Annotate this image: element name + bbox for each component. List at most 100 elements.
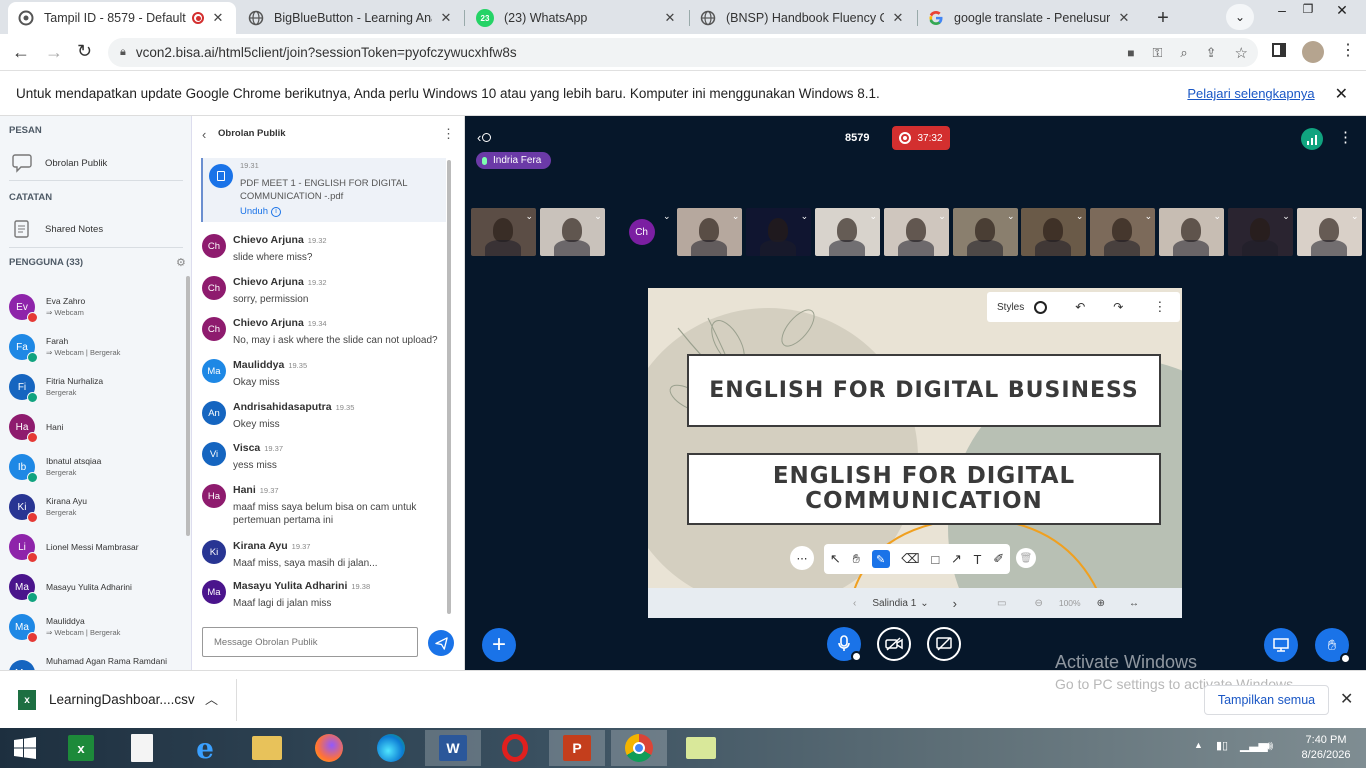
user-list-item[interactable]: Fi Fitria Nurhaliza Bergerak: [9, 368, 103, 406]
recording-status[interactable]: 37:32: [892, 126, 950, 150]
taskbar-folder-icon[interactable]: [673, 730, 729, 766]
download-options-chevron-up-icon[interactable]: ︿: [205, 689, 218, 708]
screenshare-off-button[interactable]: [927, 627, 961, 661]
user-list-item[interactable]: Mu Muhamad Agan Rama Ramdani: [9, 648, 167, 670]
note-tool-icon[interactable]: ✐: [993, 551, 1004, 567]
address-bar[interactable]: 🔒︎ vcon2.bisa.ai/html5client/join?sessio…: [108, 38, 1258, 67]
zoom-out-icon[interactable]: ⊖: [1034, 598, 1042, 609]
back-arrow-icon[interactable]: ←: [12, 42, 30, 63]
webcam-thumbnail[interactable]: ⌄: [952, 208, 1018, 256]
reload-icon[interactable]: ↻: [77, 41, 92, 62]
camera-off-button[interactable]: [877, 627, 911, 661]
webcam-thumbnail[interactable]: ⌄: [1296, 208, 1362, 256]
pointer-tool-icon[interactable]: ↖: [830, 551, 841, 567]
taskbar-excel-icon[interactable]: x: [53, 730, 109, 766]
next-slide-icon[interactable]: ›: [953, 596, 957, 611]
more-icon[interactable]: ⋮: [1153, 299, 1166, 315]
user-list-item[interactable]: Ib Ibnatul atsqiaa Bergerak: [9, 448, 101, 486]
share-icon[interactable]: ⇪: [1206, 45, 1217, 61]
webcam-menu-chevron-icon[interactable]: ⌄: [869, 211, 877, 222]
stroke-style-icon[interactable]: [1034, 300, 1048, 314]
actions-plus-button[interactable]: +: [482, 628, 516, 662]
connection-status-icon[interactable]: [1301, 128, 1323, 150]
user-list-item[interactable]: Ev Eva Zahro ⇒ Webcam: [9, 288, 85, 326]
webcam-thumbnail[interactable]: ⌄: [1090, 208, 1156, 256]
user-list-item[interactable]: Ha Hani: [9, 408, 63, 446]
slide-dropdown-chevron-icon[interactable]: ⌄: [920, 598, 928, 609]
taskbar-word-icon[interactable]: W: [425, 730, 481, 766]
tab-whatsapp[interactable]: 23 (23) WhatsApp ✕: [466, 2, 688, 34]
chat-back-chevron-icon[interactable]: ‹: [202, 127, 206, 142]
restore-button[interactable]: ❐: [1296, 2, 1320, 24]
tab-close-icon[interactable]: ✕: [890, 10, 906, 26]
camera-blocked-icon[interactable]: ■: [1127, 46, 1134, 60]
eraser-icon[interactable]: ⌫: [901, 551, 919, 567]
webcam-thumbnail[interactable]: ⌄: [1159, 208, 1224, 256]
pan-hand-icon[interactable]: ✋︎: [852, 551, 859, 567]
chrome-menu-icon[interactable]: ⋮: [1340, 40, 1356, 60]
downloads-close-icon[interactable]: ✕: [1340, 689, 1353, 709]
shared-notes-item[interactable]: Shared Notes: [12, 219, 103, 239]
presentation-slide[interactable]: Styles ↶ ↷ ⋮ ENGLISH FOR DIGITAL BUSINES…: [648, 288, 1182, 618]
chat-options-icon[interactable]: ⋮: [442, 126, 455, 142]
tab-bnsp-handbook[interactable]: (BNSP) Handbook Fluency Clas ✕: [690, 2, 916, 34]
users-settings-gear-icon[interactable]: ⚙: [176, 256, 186, 269]
minimize-button[interactable]: –: [1270, 2, 1294, 24]
toggle-userlist-icon[interactable]: ‹: [477, 130, 492, 145]
taskbar-clock[interactable]: 7:40 PM 8/26/2026: [1296, 733, 1356, 763]
tray-overflow-chevron-icon[interactable]: ▲: [1194, 740, 1203, 750]
webcam-menu-chevron-icon[interactable]: ⌄: [801, 211, 809, 222]
slide-selector[interactable]: Salindia 1: [872, 598, 916, 609]
tray-signal-icon[interactable]: ▁▃▅: [1240, 738, 1268, 752]
arrow-tool-icon[interactable]: ↗: [951, 551, 962, 567]
profile-avatar[interactable]: [1302, 41, 1324, 63]
tab-bigbluebutton[interactable]: BigBlueButton - Learning Analy ✕: [238, 2, 464, 34]
new-tab-button[interactable]: +: [1150, 6, 1176, 30]
user-list-scrollbar[interactable]: [186, 276, 190, 536]
webcam-menu-chevron-icon[interactable]: ⌄: [1213, 211, 1221, 222]
user-list-item[interactable]: Li Lionel Messi Mambrasar: [9, 528, 139, 566]
redo-icon[interactable]: ↷: [1113, 300, 1123, 314]
tab-close-icon[interactable]: ✕: [438, 10, 454, 26]
taskbar-ie-icon[interactable]: e: [177, 730, 233, 766]
taskbar-document-icon[interactable]: [114, 730, 170, 766]
zoom-icon[interactable]: ⌕: [1180, 45, 1187, 61]
chat-message-input[interactable]: [202, 627, 418, 657]
webcam-menu-chevron-icon[interactable]: ⌄: [732, 211, 740, 222]
webcam-menu-chevron-icon[interactable]: ⌄: [663, 211, 671, 222]
undo-icon[interactable]: ↶: [1075, 300, 1085, 314]
pencil-tool-icon[interactable]: ✎: [871, 550, 890, 568]
user-list-item[interactable]: Fa Farah ⇒ Webcam | Bergerak: [9, 328, 120, 366]
zoom-in-icon[interactable]: ⊕: [1097, 598, 1105, 609]
text-tool-icon[interactable]: T: [974, 552, 982, 567]
raise-hand-button[interactable]: ✋︎: [1315, 628, 1351, 664]
tab-close-icon[interactable]: ✕: [1116, 10, 1132, 26]
fit-width-icon[interactable]: ▭: [997, 598, 1006, 609]
public-chat-item[interactable]: Obrolan Publik: [12, 153, 107, 173]
microphone-button[interactable]: [827, 627, 862, 662]
webcam-menu-chevron-icon[interactable]: ⌄: [594, 211, 602, 222]
webcam-menu-chevron-icon[interactable]: ⌄: [938, 211, 946, 222]
webcam-menu-chevron-icon[interactable]: ⌄: [1007, 211, 1015, 222]
user-list-item[interactable]: Ma Masayu Yulita Adharini: [9, 568, 132, 606]
tab-close-icon[interactable]: ✕: [662, 10, 678, 26]
taskbar-file-explorer-icon[interactable]: [239, 730, 295, 766]
forward-arrow-icon[interactable]: →: [45, 42, 63, 63]
webcam-menu-chevron-icon[interactable]: ⌄: [1351, 211, 1359, 222]
start-button[interactable]: [0, 730, 50, 766]
webcam-thumbnail[interactable]: ⌄: [815, 208, 880, 256]
webcam-menu-chevron-icon[interactable]: ⌄: [525, 211, 533, 222]
styles-label[interactable]: Styles: [997, 302, 1024, 313]
window-close-button[interactable]: ✕: [1330, 2, 1354, 24]
prev-slide-icon[interactable]: ‹: [853, 598, 856, 609]
webcam-thumbnail[interactable]: ⌄: [746, 208, 812, 256]
file-download-link[interactable]: Unduh i: [240, 206, 281, 217]
toolbar-more-icon[interactable]: ⋯: [790, 546, 814, 570]
send-message-button[interactable]: [428, 630, 454, 656]
taskbar-chrome-icon[interactable]: [611, 730, 667, 766]
user-list-item[interactable]: Ki Kirana Ayu Bergerak: [9, 488, 87, 526]
user-list-item[interactable]: Ma Mauliddya ⇒ Webcam | Bergerak: [9, 608, 120, 646]
webcam-thumbnail[interactable]: ⌄: [539, 208, 605, 256]
delete-icon[interactable]: 🗑︎: [1016, 548, 1036, 568]
webcam-menu-chevron-icon[interactable]: ⌄: [1145, 211, 1153, 222]
